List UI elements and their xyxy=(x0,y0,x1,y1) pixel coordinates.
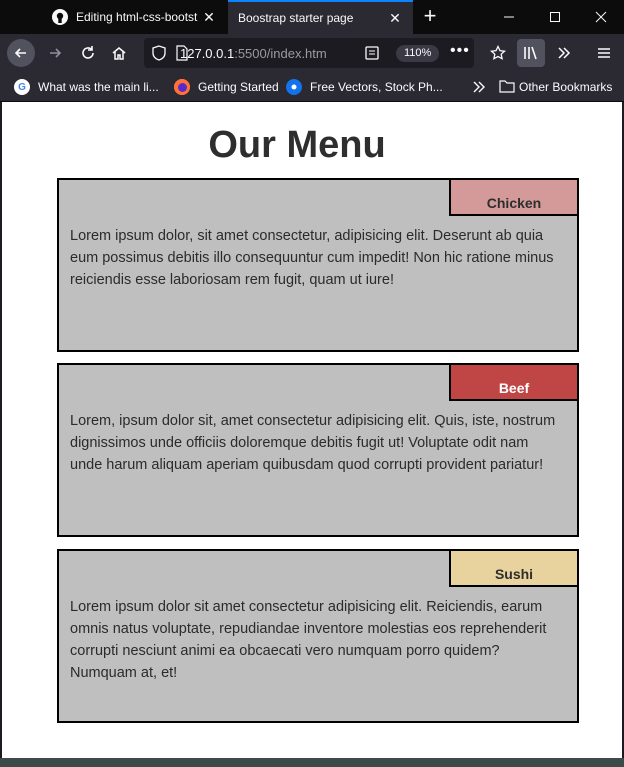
minimize-icon[interactable] xyxy=(486,0,532,34)
tab-title: Boostrap starter page xyxy=(238,11,354,25)
bookmarks-overflow-icon[interactable] xyxy=(472,78,486,96)
github-icon xyxy=(52,9,68,25)
new-tab-button[interactable]: + xyxy=(417,4,443,30)
navigation-toolbar: 127.0.0.1:5500/index.htm 110% ••• xyxy=(0,34,624,72)
page-icon[interactable] xyxy=(176,45,188,64)
bookmark-label: What was the main li... xyxy=(38,80,159,94)
tab-strip: Editing html-css-bootst ✕ Boostrap start… xyxy=(0,0,624,34)
page-actions-icon[interactable]: ••• xyxy=(450,42,470,60)
bookmark-item[interactable]: G What was the main li... xyxy=(14,78,159,96)
menu-item-tag: Sushi xyxy=(449,549,579,587)
google-icon: G xyxy=(14,79,30,95)
url-text[interactable]: 127.0.0.1:5500/index.htm xyxy=(180,46,330,61)
zoom-indicator[interactable]: 110% xyxy=(396,45,440,62)
menu-item-tag: Beef xyxy=(449,363,579,401)
library-icon[interactable] xyxy=(517,39,545,67)
back-button[interactable] xyxy=(7,39,35,67)
url-path: :5500/index.htm xyxy=(234,45,327,61)
forward-button[interactable] xyxy=(41,39,69,67)
home-button[interactable] xyxy=(105,39,133,67)
other-bookmarks-label: Other Bookmarks xyxy=(519,80,613,94)
page-title: Our Menu xyxy=(208,124,386,166)
firefox-icon xyxy=(174,79,190,95)
maximize-icon[interactable] xyxy=(532,0,578,34)
bookmark-item[interactable]: Getting Started xyxy=(174,78,279,96)
bookmark-label: Free Vectors, Stock Ph... xyxy=(310,80,443,94)
menu-card-chicken: Chicken Lorem ipsum dolor, sit amet cons… xyxy=(57,178,579,352)
reload-button[interactable] xyxy=(74,39,102,67)
url-host: 127.0.0.1 xyxy=(180,45,235,61)
tracking-shield-icon[interactable] xyxy=(152,45,166,64)
reader-view-icon[interactable] xyxy=(364,45,380,61)
menu-card-sushi: Sushi Lorem ipsum dolor sit amet consect… xyxy=(57,549,579,723)
tab-github[interactable]: Editing html-css-bootst ✕ xyxy=(42,0,227,34)
close-tab-icon[interactable]: ✕ xyxy=(387,10,403,26)
menu-card-beef: Beef Lorem, ipsum dolor sit, amet consec… xyxy=(57,363,579,537)
menu-item-description: Lorem, ipsum dolor sit, amet consectetur… xyxy=(70,413,556,473)
hamburger-menu-icon[interactable] xyxy=(590,39,618,67)
freepik-icon xyxy=(286,79,302,95)
bookmark-label: Getting Started xyxy=(198,80,279,94)
menu-item-description: Lorem ipsum dolor, sit amet consectetur,… xyxy=(70,228,554,288)
page-viewport: Our Menu Chicken Lorem ipsum dolor, sit … xyxy=(2,102,622,758)
menu-item-description: Lorem ipsum dolor sit amet consectetur a… xyxy=(70,599,547,681)
folder-icon xyxy=(499,79,515,96)
other-bookmarks[interactable]: Other Bookmarks xyxy=(499,78,612,96)
bookmarks-toolbar: G What was the main li... Getting Starte… xyxy=(0,72,624,102)
address-bar[interactable]: 127.0.0.1:5500/index.htm 110% ••• xyxy=(144,38,474,68)
close-window-icon[interactable] xyxy=(578,0,624,34)
tab-starter-page[interactable]: Boostrap starter page ✕ xyxy=(228,0,413,34)
overflow-chevron-icon[interactable] xyxy=(550,39,578,67)
tab-title: Editing html-css-bootst xyxy=(76,10,198,24)
bookmark-star-icon[interactable] xyxy=(484,39,512,67)
desktop-background-strip xyxy=(0,758,624,767)
bookmark-item[interactable]: Free Vectors, Stock Ph... xyxy=(286,78,443,96)
close-tab-icon[interactable]: ✕ xyxy=(201,9,217,25)
menu-item-tag: Chicken xyxy=(449,178,579,216)
